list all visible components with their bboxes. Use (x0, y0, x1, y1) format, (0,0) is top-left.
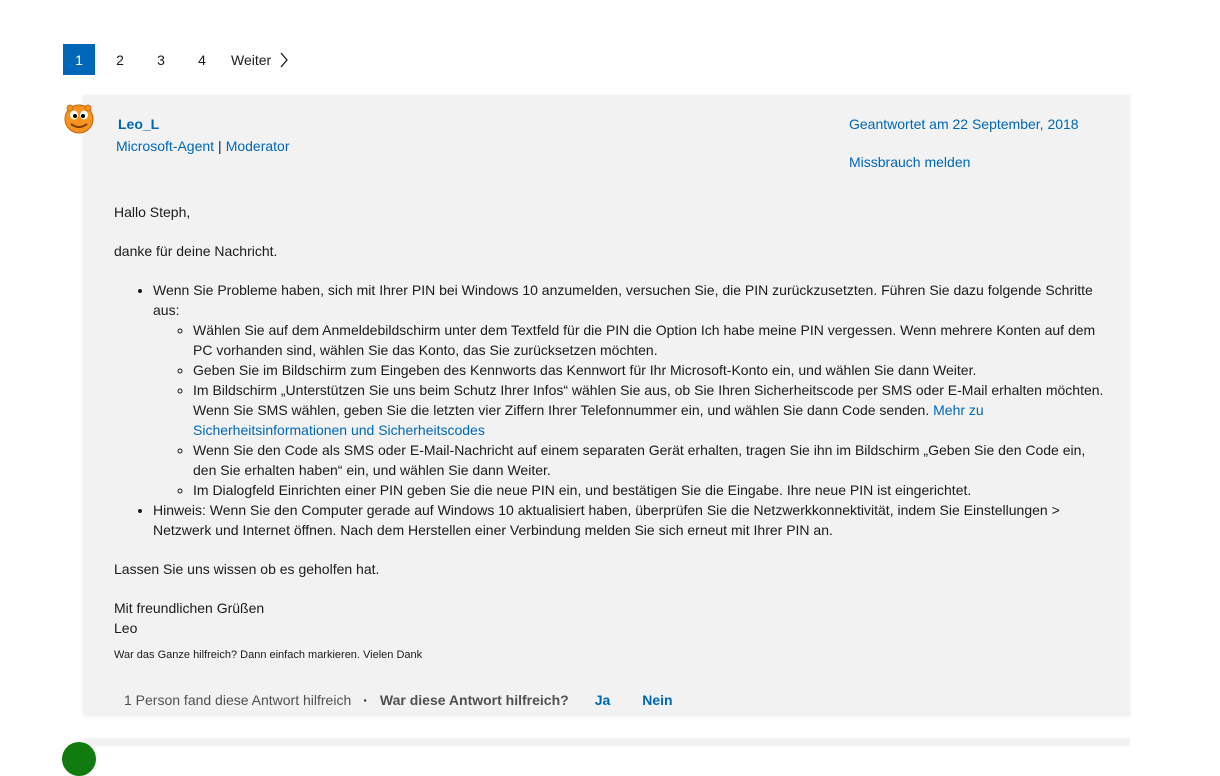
role-separator: | (218, 138, 222, 154)
chevron-right-icon (280, 52, 289, 67)
helpful-count: 1 Person fand diese Antwort hilfreich (124, 692, 352, 708)
steps-list: Wählen Sie auf dem Anmeldebildschirm unt… (153, 320, 1104, 500)
answer-body: Hallo Steph, danke für deine Nachricht. … (114, 202, 1104, 662)
step-item: Im Bildschirm „Unterstützen Sie uns beim… (193, 380, 1104, 440)
thanks-text: danke für deine Nachricht. (114, 243, 278, 259)
closing-text: Lassen Sie uns wissen ob es geholfen hat… (114, 561, 380, 577)
helpful-note: War das Ganze hilfreich? Dann einfach ma… (114, 649, 423, 661)
next-answer-card (83, 738, 1130, 746)
step-item: Im Dialogfeld Einrichten einer PIN geben… (193, 480, 1104, 500)
page-4-button[interactable]: 4 (186, 44, 218, 75)
page-2-button[interactable]: 2 (104, 44, 136, 75)
instructions-list: Wenn Sie Probleme haben, sich mit Ihrer … (114, 280, 1104, 540)
step-item: Wenn Sie den Code als SMS oder E-Mail-Na… (193, 440, 1104, 480)
next-user-avatar[interactable] (62, 742, 96, 776)
author-roles: Microsoft-Agent | Moderator (116, 138, 290, 154)
feedback-bar: 1 Person fand diese Antwort hilfreich · … (124, 690, 705, 710)
list-item: Wenn Sie Probleme haben, sich mit Ihrer … (153, 280, 1104, 500)
helpful-question: War diese Antwort hilfreich? (379, 692, 569, 708)
next-page-button[interactable]: Weiter (231, 52, 289, 68)
feedback-separator: · (363, 692, 368, 708)
signature-text: Leo (114, 620, 138, 636)
next-page-label: Weiter (231, 51, 272, 68)
answered-date[interactable]: Geantwortet am 22 September, 2018 (849, 116, 1079, 132)
role-agent-link[interactable]: Microsoft-Agent (116, 138, 214, 154)
list-item: Hinweis: Wenn Sie den Computer gerade au… (153, 500, 1104, 540)
page-3-button[interactable]: 3 (145, 44, 177, 75)
no-button[interactable]: Nein (642, 692, 672, 708)
regards-text: Mit freundlichen Grüßen (114, 600, 265, 616)
page-1-button[interactable]: 1 (63, 44, 95, 75)
pagination: 1 2 3 4 Weiter (63, 44, 289, 75)
yes-button[interactable]: Ja (595, 692, 611, 708)
bullet-pin-reset: Wenn Sie Probleme haben, sich mit Ihrer … (153, 282, 1093, 318)
user-avatar[interactable] (62, 101, 96, 135)
role-moderator-link[interactable]: Moderator (226, 138, 290, 154)
author-name[interactable]: Leo_L (118, 116, 159, 132)
step-item: Geben Sie im Bildschirm zum Eingeben des… (193, 360, 1104, 380)
step-item: Wählen Sie auf dem Anmeldebildschirm unt… (193, 320, 1104, 360)
report-abuse-link[interactable]: Missbrauch melden (849, 154, 970, 170)
greeting-text: Hallo Steph, (114, 204, 191, 220)
